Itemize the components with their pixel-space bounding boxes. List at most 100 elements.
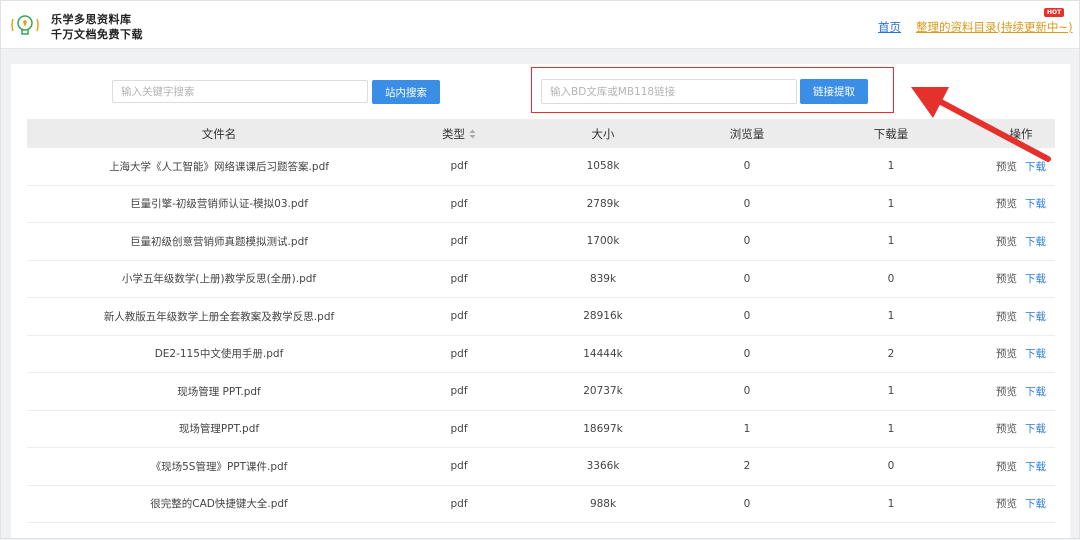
file-views: 0	[743, 160, 751, 173]
file-type: pdf	[450, 272, 468, 285]
site-search-button[interactable]: 站内搜索	[372, 80, 440, 104]
preview-link[interactable]: 预览	[996, 236, 1017, 248]
lightbulb-icon	[11, 15, 39, 35]
file-type: pdf	[450, 310, 468, 323]
page: 乐学多思资料库 千万文档免费下载 首页 整理的资料目录(持续更新中~) HOT …	[0, 0, 1080, 539]
table-row: DE2-115中文使用手册.pdf pdf 14444k 0 2 预览 下载	[27, 336, 1055, 373]
table-row: 现场管理 PPT.pdf pdf 20737k 0 1 预览 下载	[27, 373, 1055, 411]
table-row: 巨量引擎-初级营销师认证-模拟03.pdf pdf 2789k 0 1 预览 下载	[27, 186, 1055, 223]
col-header-type-label: 类型	[442, 126, 465, 141]
file-size: 1058k	[586, 160, 620, 173]
file-type: pdf	[450, 160, 468, 173]
site-header: 乐学多思资料库 千万文档免费下载 首页 整理的资料目录(持续更新中~) HOT	[1, 1, 1079, 49]
download-link[interactable]: 下载	[1025, 423, 1046, 435]
link-input[interactable]	[541, 79, 797, 104]
download-link[interactable]: 下载	[1025, 348, 1046, 360]
sort-icon[interactable]	[469, 129, 476, 139]
file-downloads: 1	[887, 422, 895, 435]
file-views: 2	[743, 460, 751, 473]
file-type: pdf	[450, 197, 468, 210]
file-views: 0	[743, 235, 751, 248]
file-downloads: 1	[887, 497, 895, 510]
file-views: 0	[743, 385, 751, 398]
file-name: 小学五年级数学(上册)教学反思(全册).pdf	[121, 273, 317, 286]
file-size: 20737k	[583, 385, 623, 398]
file-name: 《现场5S管理》PPT课件.pdf	[150, 460, 288, 473]
brand-title: 乐学多思资料库	[51, 13, 132, 26]
file-name: 很完整的CAD快捷键大全.pdf	[150, 498, 288, 511]
file-type: pdf	[450, 422, 468, 435]
preview-link[interactable]: 预览	[996, 161, 1017, 173]
file-type: pdf	[450, 347, 468, 360]
nav-home-link[interactable]: 首页	[878, 19, 901, 35]
file-views: 0	[743, 272, 751, 285]
file-type: pdf	[450, 497, 468, 510]
row-actions: 预览 下载	[987, 346, 1055, 361]
search-input[interactable]	[112, 80, 368, 103]
file-views: 1	[743, 422, 751, 435]
file-size: 1700k	[586, 235, 620, 248]
table-row: 很完整的CAD快捷键大全.pdf pdf 988k 0 1 预览 下载	[27, 486, 1055, 523]
table-row: 上海大学《人工智能》网络课课后习题答案.pdf pdf 1058k 0 1 预览…	[27, 148, 1055, 186]
preview-link[interactable]: 预览	[996, 348, 1017, 360]
file-type: pdf	[450, 385, 468, 398]
file-name: 新人教版五年级数学上册全套教案及教学反思.pdf	[103, 310, 335, 323]
preview-link[interactable]: 预览	[996, 423, 1017, 435]
file-name: 现场管理PPT.pdf	[178, 423, 260, 436]
file-size: 28916k	[583, 310, 623, 323]
file-table: 文件名 类型 大小 浏览量 下载量 操作 上海大学《人工智能》网络课课后习题答案…	[27, 119, 1055, 523]
file-downloads: 2	[887, 347, 895, 360]
preview-link[interactable]: 预览	[996, 273, 1017, 285]
file-size: 839k	[589, 272, 617, 285]
col-header-size: 大小	[591, 126, 615, 141]
file-name: 现场管理 PPT.pdf	[177, 385, 261, 398]
file-views: 0	[743, 197, 751, 210]
row-actions: 预览 下载	[987, 309, 1055, 324]
file-size: 2789k	[586, 197, 620, 210]
row-actions: 预览 下载	[987, 496, 1055, 511]
preview-link[interactable]: 预览	[996, 311, 1017, 323]
file-size: 18697k	[583, 422, 623, 435]
file-downloads: 1	[887, 197, 895, 210]
file-size: 3366k	[586, 460, 620, 473]
col-header-type[interactable]: 类型	[411, 126, 507, 142]
preview-link[interactable]: 预览	[996, 198, 1017, 210]
file-name: 巨量引擎-初级营销师认证-模拟03.pdf	[130, 198, 308, 211]
file-type: pdf	[450, 235, 468, 248]
col-header-views: 浏览量	[729, 126, 765, 141]
file-downloads: 1	[887, 235, 895, 248]
link-extract-button[interactable]: 链接提取	[800, 79, 868, 104]
download-link[interactable]: 下载	[1025, 273, 1046, 285]
preview-link[interactable]: 预览	[996, 461, 1017, 473]
hot-badge: HOT	[1044, 8, 1065, 17]
file-downloads: 0	[887, 272, 895, 285]
download-link[interactable]: 下载	[1025, 198, 1046, 210]
preview-link[interactable]: 预览	[996, 386, 1017, 398]
brand-subtitle: 千万文档免费下载	[51, 28, 143, 41]
content-panel: 站内搜索 链接提取 文件名 类型 大小 浏览量 下载量 操作 上海大学《人工智能…	[11, 64, 1070, 538]
nav-catalog-link[interactable]: 整理的资料目录(持续更新中~)	[916, 19, 1073, 35]
col-header-name: 文件名	[201, 126, 237, 141]
row-actions: 预览 下载	[987, 459, 1055, 474]
file-views: 0	[743, 347, 751, 360]
file-size: 14444k	[583, 347, 623, 360]
file-downloads: 0	[887, 460, 895, 473]
file-views: 0	[743, 310, 751, 323]
download-link[interactable]: 下载	[1025, 161, 1046, 173]
download-link[interactable]: 下载	[1025, 236, 1046, 248]
col-header-downloads: 下载量	[873, 126, 909, 141]
download-link[interactable]: 下载	[1025, 461, 1046, 473]
download-link[interactable]: 下载	[1025, 498, 1046, 510]
table-header: 文件名 类型 大小 浏览量 下载量 操作	[27, 119, 1055, 148]
row-actions: 预览 下载	[987, 159, 1055, 174]
preview-link[interactable]: 预览	[996, 498, 1017, 510]
file-downloads: 1	[887, 385, 895, 398]
row-actions: 预览 下载	[987, 234, 1055, 249]
download-link[interactable]: 下载	[1025, 311, 1046, 323]
file-name: DE2-115中文使用手册.pdf	[154, 348, 284, 361]
file-downloads: 1	[887, 310, 895, 323]
table-row: 新人教版五年级数学上册全套教案及教学反思.pdf pdf 28916k 0 1 …	[27, 298, 1055, 336]
file-name: 上海大学《人工智能》网络课课后习题答案.pdf	[109, 160, 329, 173]
download-link[interactable]: 下载	[1025, 386, 1046, 398]
file-type: pdf	[450, 460, 468, 473]
